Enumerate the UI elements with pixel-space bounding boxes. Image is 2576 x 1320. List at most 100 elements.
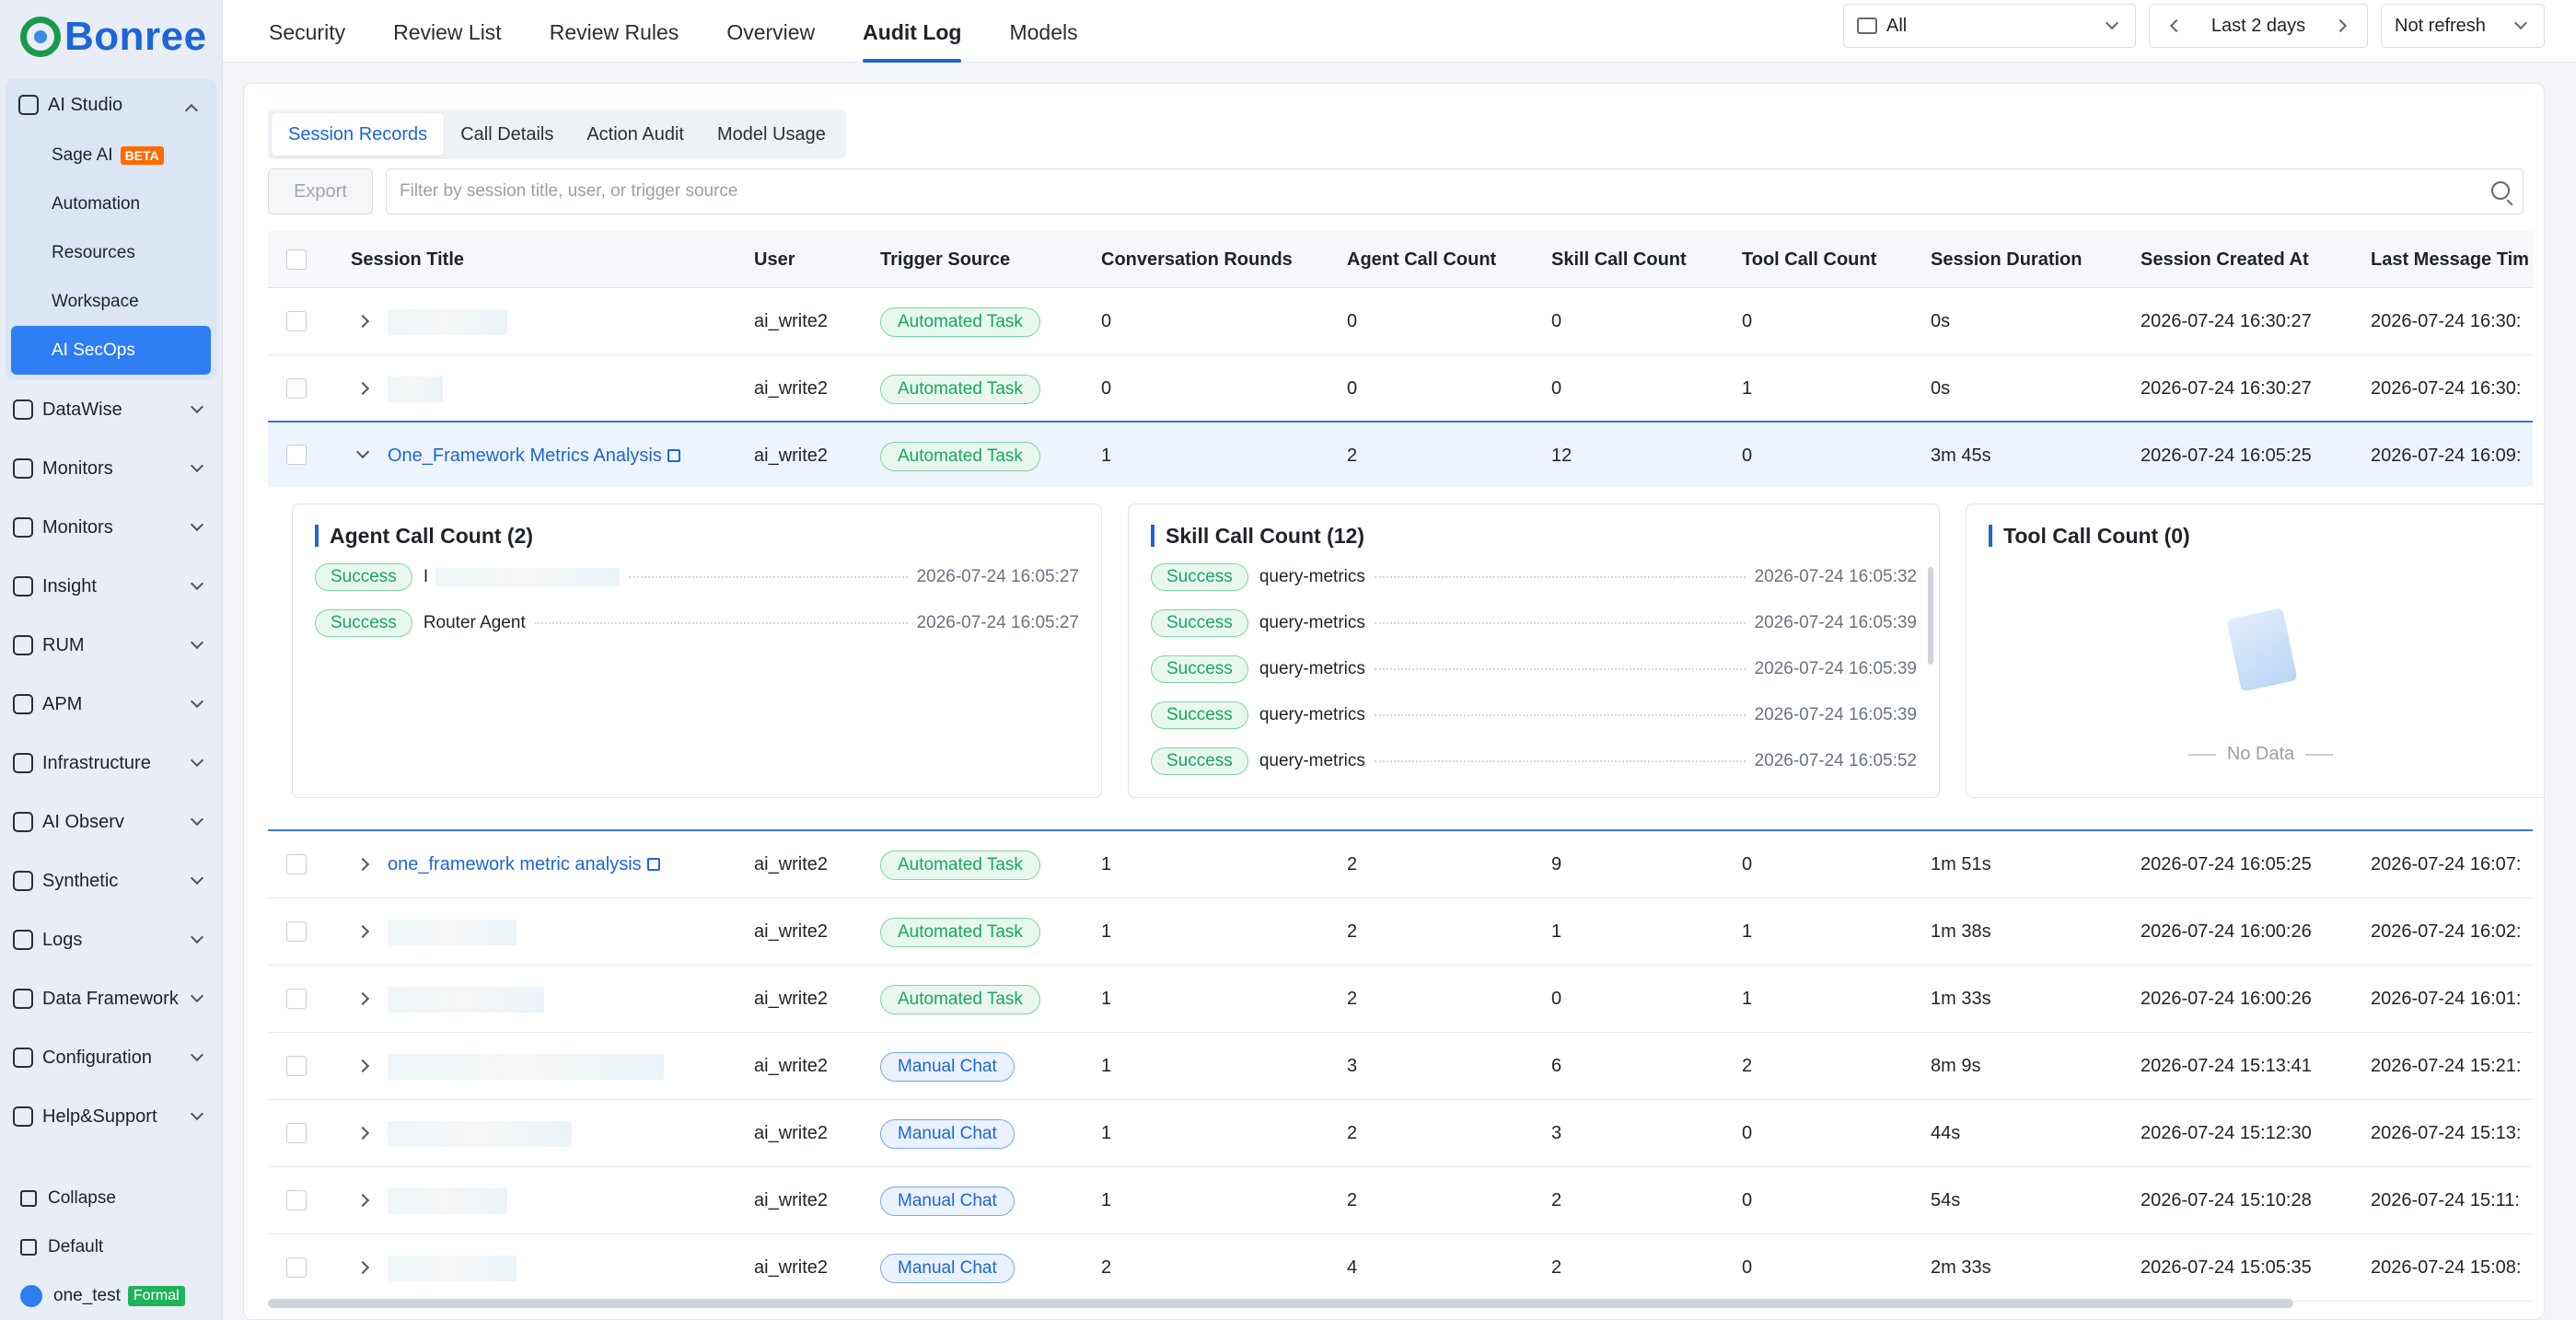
chevron-right-icon[interactable] [355,314,370,329]
external-link-icon[interactable] [646,858,660,871]
table-row[interactable]: ai_write2 Manual Chat 1 2 3 0 44s 2026-0… [268,1100,2533,1167]
row-checkbox[interactable] [286,1190,307,1210]
chevron-right-icon[interactable] [355,381,370,396]
search-icon[interactable] [2491,181,2510,200]
agent-call-item[interactable]: Success Router Agent 2026-07-24 16:05:27 [315,608,1079,639]
tab-overview[interactable]: Overview [702,0,839,63]
row-checkbox[interactable] [286,378,307,399]
time-range-picker[interactable]: Last 2 days [2149,4,2368,48]
skill-call-item[interactable]: Success query-metrics 2026-07-24 16:05:3… [1151,654,1917,685]
horizontal-scrollbar[interactable] [268,1299,2293,1308]
skill-call-item[interactable]: Success query-metrics 2026-07-24 16:05:3… [1151,700,1917,731]
table-row[interactable]: ai_write2 Automated Task 0 0 0 1 0s 2026… [268,355,2533,423]
row-checkbox[interactable] [286,1056,307,1076]
collapse-button[interactable]: Collapse [0,1174,223,1222]
tab-audit-log[interactable]: Audit Log [839,0,985,63]
chevron-down-icon [190,812,204,827]
chevron-left-icon[interactable] [2169,18,2184,33]
sidebar-item-workspace[interactable]: Workspace [11,277,211,326]
sidebar-item-sage-ai[interactable]: Sage AI BETA [11,131,211,179]
sidebar-item-monitors-2[interactable]: Monitors [0,498,222,557]
chevron-right-icon[interactable] [355,924,370,939]
sidebar-item-help-support[interactable]: Help&Support [0,1087,222,1146]
cell-last-message: 2026-07-24 16:30: [2371,311,2522,331]
session-title-link[interactable]: one_framework metric analysis [388,831,660,898]
sidebar-item-infrastructure[interactable]: Infrastructure [0,734,222,793]
table-row[interactable]: ai_write2 Manual Chat 2 4 2 0 2m 33s 202… [268,1234,2533,1302]
row-checkbox[interactable] [286,445,307,465]
row-checkbox[interactable] [286,989,307,1009]
sidebar-item-automation[interactable]: Automation [11,179,211,228]
col-last-message-time[interactable]: Last Message Tim [2371,231,2529,288]
sidebar-item-ai-observ[interactable]: AI Observ [0,793,222,851]
row-checkbox[interactable] [286,1257,307,1278]
col-user[interactable]: User [754,231,795,288]
row-checkbox[interactable] [286,921,307,942]
agent-call-item[interactable]: Success I 2026-07-24 16:05:27 [315,562,1079,593]
refresh-select[interactable]: Not refresh [2381,4,2545,48]
tab-review-rules[interactable]: Review Rules [526,0,703,63]
table-row[interactable]: ai_write2 Automated Task 1 2 0 1 1m 33s … [268,966,2533,1033]
chevron-right-icon[interactable] [355,1193,370,1208]
cell-created: 2026-07-24 16:05:25 [2141,446,2312,466]
chevron-right-icon[interactable] [2333,18,2348,33]
table-row[interactable]: ai_write2 Manual Chat 1 3 6 2 8m 9s 2026… [268,1033,2533,1100]
tab-action-audit[interactable]: Action Audit [570,113,701,156]
skill-call-item[interactable]: Success query-metrics 2026-07-24 16:05:3… [1151,608,1917,639]
col-skill-call-count[interactable]: Skill Call Count [1551,231,1687,288]
sidebar-item-data-framework[interactable]: Data Framework [0,969,222,1028]
tab-session-records[interactable]: Session Records [272,113,445,156]
workspace-default[interactable]: Default [0,1222,223,1271]
sidebar-item-resources[interactable]: Resources [11,228,211,277]
session-title-link[interactable]: One_Framework Metrics Analysis [388,423,680,490]
tab-call-details[interactable]: Call Details [444,113,570,156]
sidebar-item-logs[interactable]: Logs [0,910,222,969]
search-input[interactable]: Filter by session title, user, or trigge… [386,168,2524,214]
sidebar-item-datawise[interactable]: DataWise [0,380,222,439]
export-button[interactable]: Export [268,168,373,214]
chevron-right-icon[interactable] [355,857,370,872]
sidebar-item-monitors[interactable]: Monitors [0,439,222,498]
status-badge: Success [1151,747,1248,775]
tab-security[interactable]: Security [245,0,369,63]
chevron-right-icon[interactable] [355,1059,370,1073]
sidebar-item-configuration[interactable]: Configuration [0,1028,222,1087]
brand-logo[interactable]: Bonree [0,0,222,74]
sidebar-item-ai-studio[interactable]: AI Studio [6,79,216,131]
scope-select[interactable]: All [1843,4,2136,48]
user-menu[interactable]: one_test Formal [0,1271,223,1320]
col-agent-call-count[interactable]: Agent Call Count [1347,231,1496,288]
col-session-created-at[interactable]: Session Created At [2141,231,2309,288]
table-row-expanded[interactable]: One_Framework Metrics Analysis ai_write2… [268,421,2533,488]
sidebar-item-rum[interactable]: RUM [0,616,222,675]
chevron-right-icon[interactable] [355,991,370,1006]
row-checkbox[interactable] [286,311,307,331]
table-row[interactable]: one_framework metric analysis ai_write2 … [268,831,2533,898]
panel-scrollbar[interactable] [1928,567,1933,665]
sidebar-item-apm[interactable]: APM [0,675,222,734]
col-session-title[interactable]: Session Title [351,231,464,288]
chevron-right-icon[interactable] [355,1126,370,1141]
sidebar-item-ai-secops[interactable]: AI SecOps [11,326,211,375]
sidebar-item-insight[interactable]: Insight [0,557,222,616]
tab-review-list[interactable]: Review List [369,0,526,63]
row-checkbox[interactable] [286,854,307,874]
table-row[interactable]: ai_write2 Automated Task 1 2 1 1 1m 38s … [268,898,2533,966]
row-checkbox[interactable] [286,1123,307,1143]
tab-model-usage[interactable]: Model Usage [701,113,842,156]
chevron-right-icon[interactable] [355,1260,370,1275]
skill-call-item[interactable]: Success query-metrics 2026-07-24 16:05:5… [1151,746,1917,777]
select-all-checkbox[interactable] [286,249,307,270]
col-session-duration[interactable]: Session Duration [1931,231,2082,288]
skill-call-item[interactable]: Success query-metrics 2026-07-24 16:05:3… [1151,562,1917,593]
cell-duration: 44s [1931,1123,1961,1143]
table-row[interactable]: ai_write2 Manual Chat 1 2 2 0 54s 2026-0… [268,1167,2533,1234]
chevron-down-icon[interactable] [355,445,370,459]
tab-models[interactable]: Models [985,0,1101,63]
col-tool-call-count[interactable]: Tool Call Count [1742,231,1876,288]
external-link-icon[interactable] [667,449,680,462]
table-row[interactable]: ai_write2 Automated Task 0 0 0 0 0s 2026… [268,288,2533,355]
sidebar-item-synthetic[interactable]: Synthetic [0,851,222,910]
col-trigger-source[interactable]: Trigger Source [880,231,1010,288]
col-conversation-rounds[interactable]: Conversation Rounds [1101,231,1293,288]
